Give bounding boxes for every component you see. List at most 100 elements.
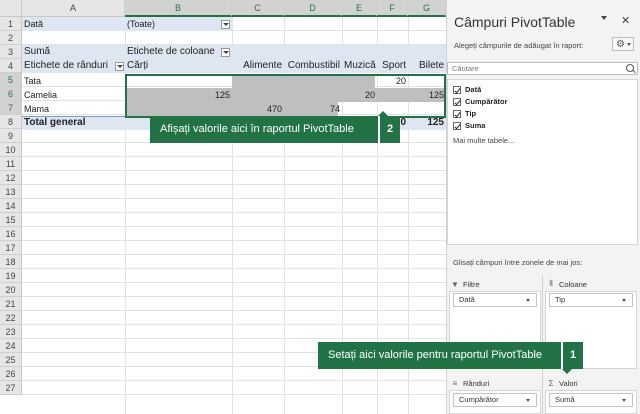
callout-step-number: 1 — [561, 342, 583, 369]
column-labels-caption: Etichete de coloane — [127, 46, 215, 57]
callout-set-values: Setați aici valorile pentru raportul Piv… — [318, 342, 583, 374]
choose-fields-label: Alegeți câmpurile de adăugat în raport: — [454, 41, 584, 50]
gridline — [22, 296, 446, 297]
search-input[interactable] — [448, 63, 618, 74]
column-header-g[interactable]: G — [408, 0, 446, 17]
values-zone-header: Σ Valori — [547, 377, 578, 389]
field-label: Dată — [465, 85, 482, 94]
rows-zone-header: ≡ Rânduri — [451, 377, 490, 389]
columns-icon: ⫴ — [549, 279, 553, 288]
field-label: Cumpărător — [465, 97, 508, 106]
report-filter-label: Dată — [24, 19, 44, 29]
column-header-e[interactable]: E — [342, 0, 377, 17]
row-header[interactable]: 15 — [0, 213, 22, 227]
gridline — [22, 282, 446, 283]
chevron-down-icon[interactable] — [526, 399, 530, 402]
row-header[interactable]: 4 — [0, 59, 22, 73]
row-header[interactable]: 13 — [0, 185, 22, 199]
filter-dropdown-icon[interactable] — [221, 20, 230, 29]
pane-options-chevron-icon[interactable] — [601, 16, 607, 20]
field-item-tip[interactable]: Tip — [453, 108, 476, 119]
row-header[interactable]: 12 — [0, 171, 22, 185]
values-zone-field-suma[interactable]: Sumă — [549, 393, 633, 407]
select-all-corner[interactable] — [0, 0, 22, 17]
row-header[interactable]: 10 — [0, 143, 22, 157]
column-header-c[interactable]: C — [232, 0, 284, 17]
row-header[interactable]: 9 — [0, 129, 22, 143]
field-checkbox[interactable] — [453, 85, 461, 94]
gridline — [22, 240, 446, 241]
more-tables-link[interactable]: Mai multe tabele... — [453, 136, 514, 145]
field-label: Tip — [465, 109, 477, 118]
row-header[interactable]: 26 — [0, 367, 22, 381]
field-item-cumparator[interactable]: Cumpărător — [453, 96, 508, 107]
row-header[interactable]: 17 — [0, 241, 22, 255]
field-checkbox[interactable] — [453, 121, 461, 130]
search-icon[interactable] — [626, 64, 634, 72]
pill-label: Tip — [555, 295, 566, 304]
gridline — [22, 268, 446, 269]
grand-total-label: Total general — [24, 117, 86, 128]
pivot-column-header: Combustibil — [287, 60, 340, 71]
pivot-value-cell: 74 — [329, 104, 340, 114]
field-item-suma[interactable]: Suma — [453, 120, 485, 131]
pivot-value-cell: 470 — [266, 104, 282, 114]
gridline — [22, 226, 446, 227]
column-header-d[interactable]: D — [284, 0, 342, 17]
row-header[interactable]: 14 — [0, 199, 22, 213]
rows-zone-field-cumparator[interactable]: Cumpărător — [453, 393, 537, 407]
filters-zone-field-data[interactable]: Dată — [453, 293, 537, 307]
callout-display-values: Afișați valorile aici în raportul PivotT… — [150, 111, 400, 143]
row-labels-dropdown-icon[interactable] — [115, 62, 124, 71]
pivot-value-cell: 20 — [364, 90, 375, 100]
row-header[interactable]: 5 — [0, 73, 22, 87]
row-header[interactable]: 24 — [0, 339, 22, 353]
row-header[interactable]: 16 — [0, 227, 22, 241]
tools-button[interactable]: ⚙ — [612, 37, 634, 51]
column-header-a[interactable]: A — [22, 0, 125, 17]
chevron-down-icon[interactable] — [526, 299, 530, 302]
row-header[interactable]: 6 — [0, 87, 22, 101]
callout-pointer — [562, 369, 572, 374]
row-header[interactable]: 2 — [0, 31, 22, 45]
pivot-row-label: Camelia — [24, 90, 58, 100]
chevron-down-icon[interactable] — [622, 299, 626, 302]
pivot-column-header: Bilete — [418, 60, 444, 71]
row-header[interactable]: 8 — [0, 115, 22, 129]
row-header[interactable]: 21 — [0, 297, 22, 311]
field-label: Suma — [465, 121, 486, 130]
column-header-b[interactable]: B — [125, 0, 232, 17]
drag-fields-label: Glisați câmpuri între zonele de mai jos: — [453, 258, 583, 267]
gridline — [22, 254, 446, 255]
row-header[interactable]: 3 — [0, 45, 22, 59]
row-header[interactable]: 25 — [0, 353, 22, 367]
row-header[interactable]: 22 — [0, 311, 22, 325]
row-header[interactable]: 23 — [0, 325, 22, 339]
row-header[interactable]: 11 — [0, 157, 22, 171]
column-header-f[interactable]: F — [377, 0, 408, 17]
gridline — [22, 198, 446, 199]
row-header[interactable]: 18 — [0, 255, 22, 269]
callout-step-number: 2 — [378, 116, 400, 143]
columns-zone-field-tip[interactable]: Tip — [549, 293, 633, 307]
field-item-data[interactable]: Dată — [453, 84, 481, 95]
field-search-box[interactable] — [447, 62, 638, 75]
pivot-value-cell: 125 — [214, 90, 230, 100]
field-checkbox[interactable] — [453, 97, 461, 106]
close-icon[interactable]: ✕ — [621, 14, 630, 27]
callout-text: Setați aici valorile pentru raportul Piv… — [328, 349, 543, 361]
row-header[interactable]: 7 — [0, 101, 22, 115]
row-header[interactable]: 19 — [0, 269, 22, 283]
pill-label: Sumă — [555, 395, 575, 404]
filter-icon: ▼ — [451, 279, 459, 289]
field-checkbox[interactable] — [453, 109, 461, 118]
grand-total-cell: 125 — [427, 117, 444, 128]
report-filter-value[interactable]: (Toate) — [125, 17, 220, 31]
row-header[interactable]: 1 — [0, 17, 22, 31]
row-labels-caption: Etichete de rânduri — [24, 60, 108, 71]
gridline — [22, 324, 446, 325]
row-header[interactable]: 27 — [0, 381, 22, 395]
row-header[interactable]: 20 — [0, 283, 22, 297]
column-labels-dropdown-icon[interactable] — [221, 48, 230, 57]
chevron-down-icon[interactable] — [622, 399, 626, 402]
